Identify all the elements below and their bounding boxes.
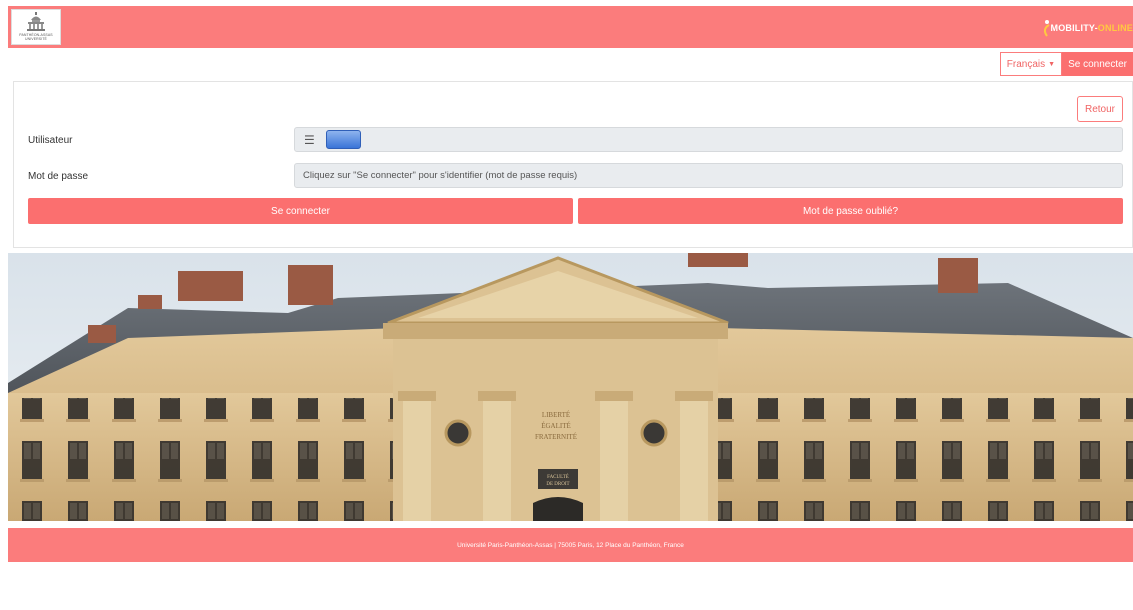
university-logo[interactable]: PANTHÉON-ASSAS UNIVERSITÉ	[11, 9, 61, 45]
password-placeholder: Cliquez sur "Se connecter" pour s'identi…	[303, 170, 578, 181]
mobility-logo-part1: MOBILITY-	[1050, 23, 1098, 33]
plaque-line2: DE DROIT	[546, 482, 569, 487]
plaque-line1: FACULTÉ	[547, 474, 569, 480]
university-logo-text: PANTHÉON-ASSAS UNIVERSITÉ	[19, 33, 53, 41]
campus-banner-image: LIBERTÉ ÉGALITÉ FRATERNITÉ FACULTÉ DE DR…	[8, 253, 1133, 521]
footer: Université Paris-Panthéon-Assas | 75005 …	[8, 528, 1133, 562]
mobility-swoosh-icon	[1043, 20, 1050, 37]
password-field[interactable]: Cliquez sur "Se connecter" pour s'identi…	[294, 163, 1123, 188]
motto-line3: FRATERNITÉ	[535, 433, 577, 441]
user-selection-chip[interactable]	[325, 130, 361, 149]
pantheon-logo-icon	[27, 12, 45, 31]
top-header: PANTHÉON-ASSAS UNIVERSITÉ MOBILITY- ONLIN…	[8, 6, 1133, 48]
caret-down-icon: ▼	[1048, 60, 1056, 68]
footer-text: Université Paris-Panthéon-Assas | 75005 …	[457, 541, 684, 549]
top-login-button[interactable]: Se connecter	[1062, 52, 1133, 76]
hamburger-icon[interactable]: ☰	[304, 133, 315, 147]
motto-line1: LIBERTÉ	[542, 411, 570, 419]
password-label: Mot de passe	[28, 171, 89, 182]
user-label: Utilisateur	[28, 135, 73, 146]
mobility-logo-part2: ONLINE	[1097, 23, 1133, 33]
back-button[interactable]: Retour	[1077, 96, 1123, 122]
login-card: Retour Utilisateur ☰ Mot de passe Clique…	[13, 81, 1133, 248]
forgot-password-button[interactable]: Mot de passe oublié?	[578, 198, 1123, 224]
top-navigation: Français ▼ Se connecter	[999, 52, 1133, 76]
user-field[interactable]: ☰	[294, 127, 1123, 152]
login-button[interactable]: Se connecter	[28, 198, 573, 224]
language-dropdown[interactable]: Français ▼	[999, 52, 1063, 76]
motto-line2: ÉGALITÉ	[541, 422, 571, 430]
language-label: Français	[1006, 58, 1046, 70]
mobility-online-logo: MOBILITY- ONLINE	[1041, 18, 1133, 38]
